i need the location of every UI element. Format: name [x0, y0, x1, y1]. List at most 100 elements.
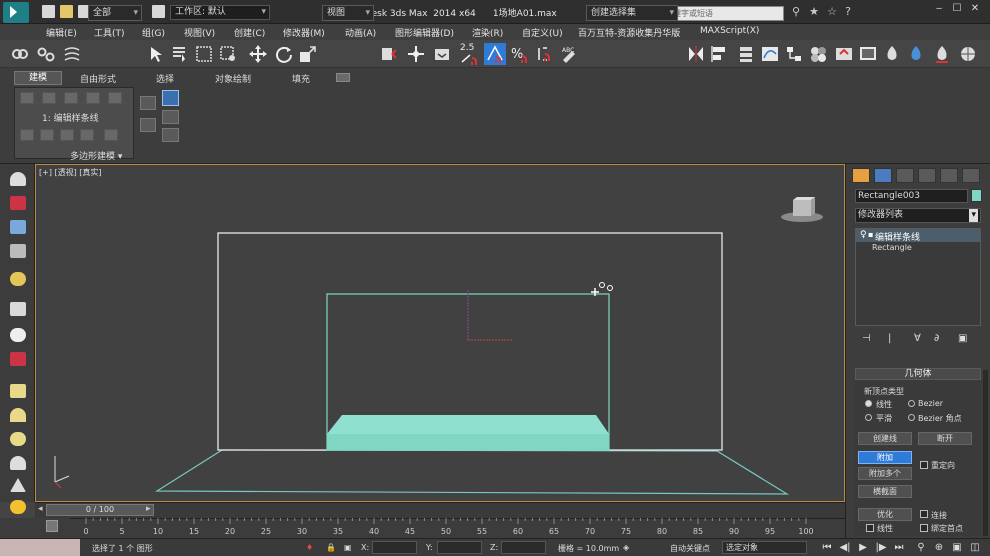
create-line-button[interactable]: 创建线 [858, 432, 912, 445]
minimize-button[interactable]: ‒ [932, 2, 946, 16]
select-by-name-icon[interactable] [170, 44, 190, 64]
reorient-checkbox[interactable] [920, 461, 928, 469]
menu-rendering[interactable]: 渲染(R) [472, 26, 503, 39]
ribbon-show-end-result-icon[interactable] [104, 129, 118, 141]
hierarchy-tab-icon[interactable] [896, 168, 914, 183]
menu-views[interactable]: 视图(V) [184, 26, 215, 39]
menu-group[interactable]: 组(G) [142, 26, 165, 39]
named-selection-dropdown[interactable]: 创建选择集 [586, 5, 678, 21]
teapot-primitive-icon[interactable] [10, 456, 26, 470]
z-coordinate-field[interactable] [501, 541, 546, 554]
hemisphere-icon[interactable] [10, 408, 26, 422]
modify-tab-icon[interactable] [874, 168, 892, 183]
star-icon[interactable]: ☆ [826, 6, 838, 18]
workspace-dropdown[interactable]: 工作区: 默认 [170, 5, 270, 20]
select-and-move-icon[interactable] [248, 44, 268, 64]
render-activeshade-icon[interactable] [932, 44, 952, 64]
show-end-result-icon[interactable]: | [888, 333, 891, 344]
ribbon-modify-mode-icon[interactable] [162, 90, 179, 106]
new-file-icon[interactable] [42, 5, 55, 18]
help-icon[interactable]: ? [842, 6, 854, 18]
project-folder-icon[interactable] [152, 5, 165, 18]
render-online-icon[interactable] [958, 44, 978, 64]
zoom-extents-icon[interactable]: ▣ [950, 541, 964, 554]
time-slider[interactable]: 0 / 100 [46, 504, 154, 516]
make-unique-icon[interactable]: ∀ [914, 333, 921, 344]
time-slider-next-icon[interactable]: ▸ [146, 504, 151, 514]
bind-space-warp-icon[interactable] [62, 44, 82, 64]
linear-checkbox[interactable] [866, 524, 874, 532]
break-button[interactable]: 断开 [918, 432, 972, 445]
ribbon-polygon-icon[interactable] [86, 92, 100, 104]
remove-modifier-icon[interactable]: ∂ [934, 333, 939, 344]
absolute-mode-icon[interactable]: ▣ [344, 543, 352, 552]
pin-icon[interactable]: ♦ [306, 543, 313, 552]
maximize-button[interactable]: ☐ [950, 2, 964, 16]
radio-bezier[interactable] [908, 400, 915, 407]
ribbon-previous-modifier-icon[interactable] [20, 129, 34, 141]
select-and-scale-icon[interactable] [298, 44, 318, 64]
sun-icon[interactable] [10, 500, 26, 514]
ribbon-edit-poly-icon[interactable] [140, 96, 156, 110]
pin-stack-icon[interactable]: ⊣ [862, 333, 871, 344]
select-and-manipulate-icon[interactable] [406, 44, 426, 64]
schematic-view-icon[interactable] [784, 44, 804, 64]
percent-snap-icon[interactable]: % [510, 44, 530, 64]
ribbon-border-icon[interactable] [64, 92, 78, 104]
menu-plugin[interactable]: 百万互特-资源收集丹华版 [578, 26, 680, 39]
menu-modifiers[interactable]: 修改器(M) [283, 26, 325, 39]
mirror-icon[interactable] [686, 44, 706, 64]
zoom-all-icon[interactable]: ⊕ [932, 541, 946, 554]
mini-curve-editor-icon[interactable] [46, 520, 58, 532]
ball-icon[interactable] [10, 432, 26, 446]
object-color-swatch[interactable] [971, 189, 982, 202]
ribbon-edit-mesh-icon[interactable] [140, 118, 156, 132]
radio-smooth[interactable] [865, 414, 872, 421]
modifier-list-dropdown[interactable]: 修改器列表 [855, 208, 981, 223]
create-tab-icon[interactable] [852, 168, 870, 183]
display-tab-icon[interactable] [940, 168, 958, 183]
x-coordinate-field[interactable] [372, 541, 417, 554]
teapot-icon[interactable] [10, 172, 26, 186]
refine-button[interactable]: 优化 [858, 508, 912, 521]
rectangular-selection-icon[interactable] [194, 44, 214, 64]
ribbon-vertex-icon[interactable] [20, 92, 34, 104]
ribbon-preserve-uv-icon[interactable] [60, 129, 74, 141]
attach-multiple-button[interactable]: 附加多个 [858, 467, 912, 480]
utilities-tab-icon[interactable] [962, 168, 980, 183]
radio-bezier-corner[interactable] [908, 414, 915, 421]
render-iterative-icon[interactable] [906, 44, 926, 64]
edit-named-selection-icon[interactable]: ABC [560, 44, 580, 64]
select-and-link-icon[interactable] [10, 44, 30, 64]
window-crossing-icon[interactable] [218, 44, 238, 64]
spinner-snap-icon[interactable] [534, 44, 554, 64]
add-time-tag-icon[interactable]: ◈ [623, 543, 629, 552]
play-icon[interactable]: ▶ [856, 541, 870, 554]
close-button[interactable]: ✕ [968, 2, 982, 16]
cross-section-button[interactable]: 横截面 [858, 485, 912, 498]
object-name-field[interactable]: Rectangle003 [855, 189, 968, 203]
go-to-end-icon[interactable]: ⏭ [892, 541, 906, 554]
sphere-icon[interactable] [10, 328, 26, 342]
angle-snap-icon[interactable] [484, 43, 506, 65]
select-object-icon[interactable] [146, 44, 166, 64]
radio-linear[interactable] [865, 400, 872, 407]
configure-sets-icon[interactable]: ▣ [958, 333, 967, 344]
selection-filter-dropdown[interactable]: 全部 [88, 5, 142, 21]
snaps-toggle-icon[interactable] [460, 52, 480, 66]
menu-edit[interactable]: 编辑(E) [46, 26, 77, 39]
ribbon-tab-selection[interactable]: 选择 [156, 72, 174, 85]
auto-key-label[interactable]: 自动关键点 [670, 543, 710, 554]
menu-create[interactable]: 创建(C) [234, 26, 265, 39]
layer-manager-icon[interactable] [736, 44, 756, 64]
pivot-center-icon[interactable] [378, 44, 398, 64]
curve-editor-icon[interactable] [760, 44, 780, 64]
layer-explorer-icon[interactable] [10, 244, 26, 258]
scene-explorer-icon[interactable] [10, 220, 26, 234]
connect-checkbox[interactable] [920, 510, 928, 518]
reference-coordinate-dropdown[interactable]: 视图 [322, 5, 374, 21]
video-camera-icon[interactable] [10, 352, 26, 366]
next-frame-icon[interactable]: |▶ [874, 541, 888, 554]
render-setup-icon[interactable] [834, 44, 854, 64]
menu-tools[interactable]: 工具(T) [94, 26, 125, 39]
